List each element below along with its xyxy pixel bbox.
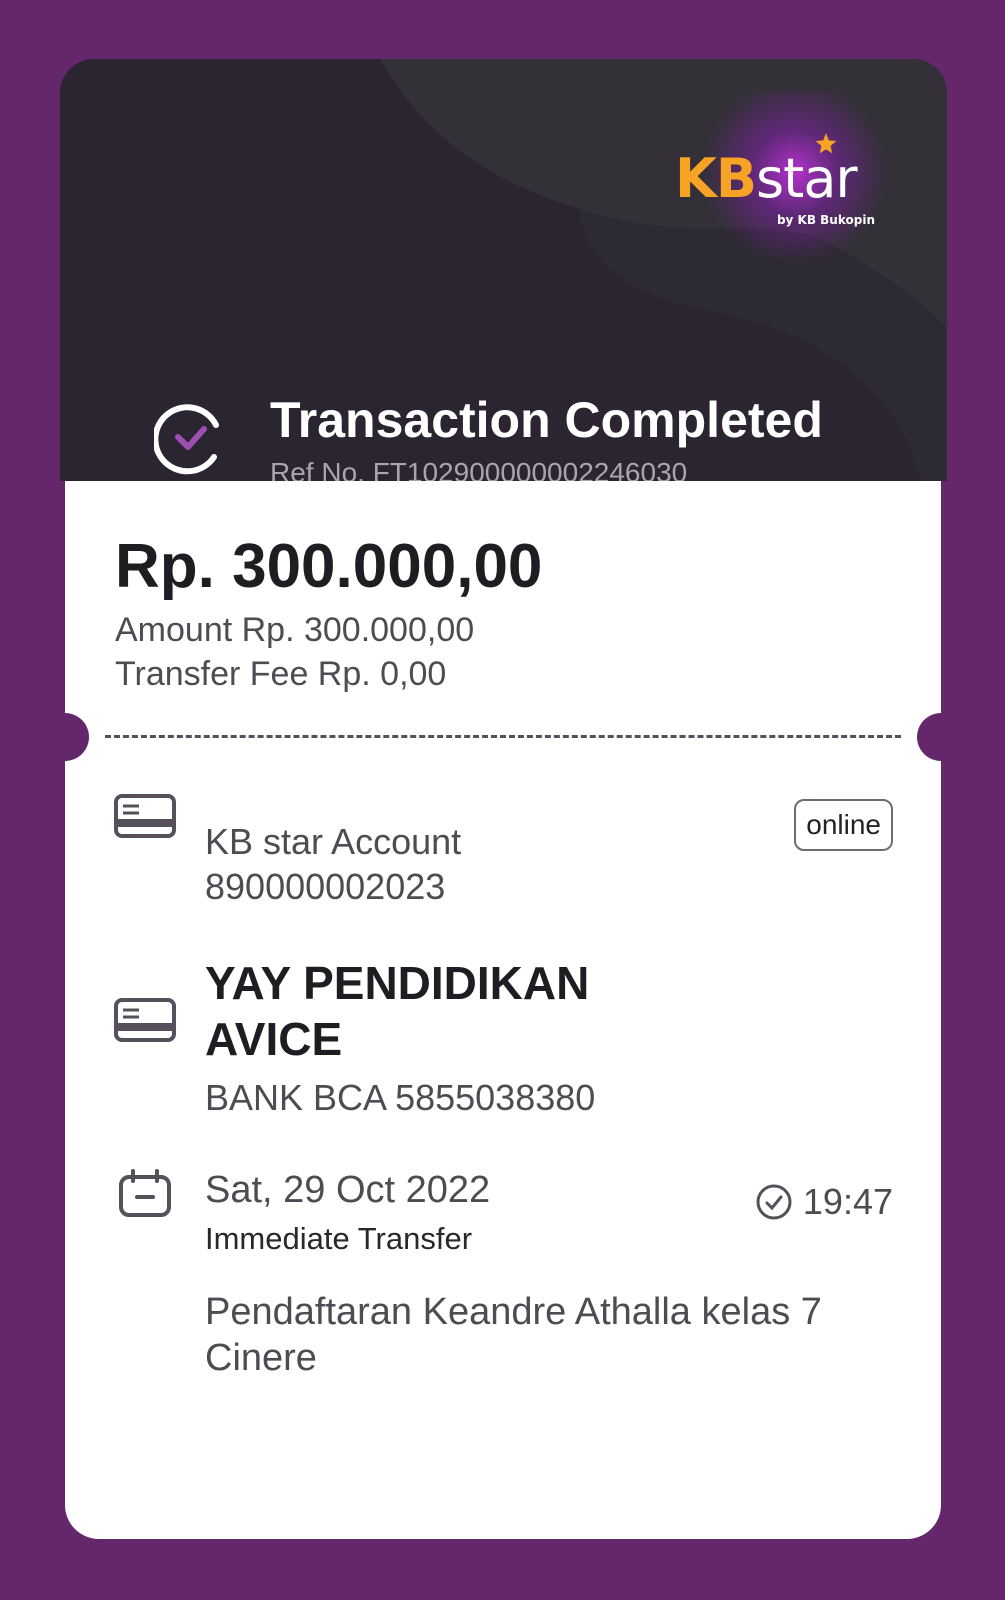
transaction-date: Sat, 29 Oct 2022	[205, 1169, 491, 1211]
logo-star-text: star	[756, 147, 858, 210]
logo-wordmark: KBstar	[675, 147, 858, 210]
transfer-fee: Transfer Fee Rp. 0,00	[115, 655, 447, 693]
transfer-type: Immediate Transfer	[205, 1221, 473, 1256]
calendar-icon	[119, 1169, 171, 1217]
logo-subtitle: by KB Bukopin	[776, 213, 875, 227]
page-title: Transaction Completed	[270, 392, 823, 448]
card-icon	[114, 794, 176, 838]
dashed-divider	[105, 735, 901, 738]
receipt-body: Rp. 300.000,00 Amount Rp. 300.000,00 Tra…	[41, 481, 965, 1539]
card-icon	[114, 998, 176, 1042]
ticket-notch-right	[917, 713, 965, 761]
source-account-number: 890000002023	[205, 866, 446, 907]
transaction-receipt: KBstar by KB Bukopin Transaction Complet…	[0, 0, 1005, 1600]
logo-kb-text: KB	[675, 147, 757, 210]
recipient-name: YAY PENDIDIKAN AVICE	[205, 957, 590, 1065]
amount-detail: Amount Rp. 300.000,00	[115, 611, 475, 649]
recipient-bank: BANK BCA 5855038380	[205, 1077, 596, 1118]
time-label: 19:47	[802, 1181, 893, 1222]
clock-icon	[756, 1184, 792, 1220]
check-circle-icon	[154, 404, 219, 475]
reference-number: Ref No. FT102900000002246030	[270, 457, 688, 481]
status-badge: online	[794, 799, 893, 851]
ticket-notch-left	[41, 713, 89, 761]
total-amount: Rp. 300.000,00	[115, 532, 543, 601]
transaction-time: 19:47	[755, 1181, 893, 1223]
source-account-label: KB star Account	[205, 821, 462, 862]
receipt-header: KBstar by KB Bukopin Transaction Complet…	[60, 59, 947, 481]
kbstar-logo: KBstar by KB Bukopin	[665, 91, 885, 271]
transaction-note: Pendaftaran Keandre Athalla kelas 7 Cine…	[205, 1291, 822, 1379]
